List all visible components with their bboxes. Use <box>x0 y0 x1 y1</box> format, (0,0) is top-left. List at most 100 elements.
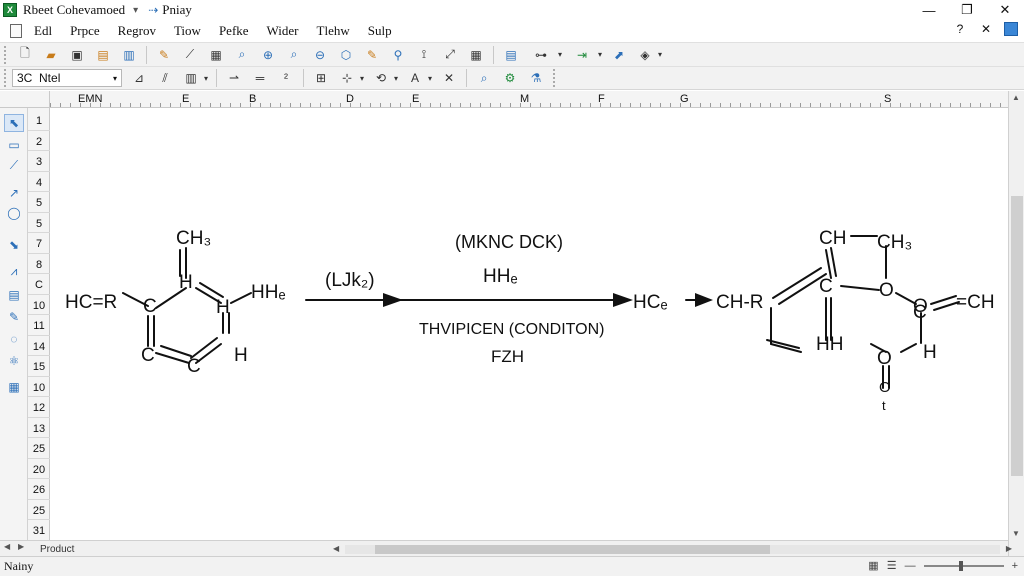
row-header[interactable]: 3 <box>28 153 50 172</box>
row-header[interactable]: 7 <box>28 235 50 254</box>
chain-tool-icon[interactable]: ⩘ <box>4 262 24 280</box>
arrow-tool-icon[interactable]: ⤢ <box>439 45 461 65</box>
bond-icon[interactable]: ⟋ <box>179 45 201 65</box>
close-button[interactable]: ✕ <box>986 0 1024 20</box>
double-line-icon[interactable]: ═ <box>249 68 271 88</box>
paste-icon[interactable]: ▦ <box>205 45 227 65</box>
row-header[interactable]: 25 <box>28 502 50 520</box>
reaction-arrow-icon[interactable]: ⇥ <box>568 45 596 65</box>
scroll-left-icon[interactable]: ◀ <box>333 544 339 553</box>
zoom-slider-thumb[interactable] <box>958 560 963 571</box>
vertical-scroll-thumb[interactable] <box>1011 196 1023 476</box>
sheet-tab-product[interactable]: Product <box>36 542 78 556</box>
chevron-down-icon[interactable]: ▾ <box>598 50 602 59</box>
chain-icon[interactable]: ✎ <box>361 45 383 65</box>
row-header[interactable]: 2 <box>28 133 50 151</box>
zoom-slider[interactable] <box>923 560 1004 571</box>
ruler-corner[interactable] <box>0 91 50 108</box>
line-style-icon[interactable]: ⊶ <box>526 45 556 65</box>
grid-icon[interactable]: ▦ <box>465 45 487 65</box>
lasso-icon[interactable]: ⟟ <box>413 45 435 65</box>
horizontal-scrollbar[interactable]: ◀ ▶ <box>333 544 1012 554</box>
row-header[interactable]: 1 <box>28 112 50 131</box>
charge-icon[interactable]: ² <box>275 68 297 88</box>
row-header[interactable]: 14 <box>28 338 50 356</box>
font-size-select[interactable]: 3C Ntel ▾ <box>12 69 122 87</box>
maximize-button[interactable]: ❐ <box>948 0 986 20</box>
chevron-down-icon[interactable]: ▾ <box>428 74 432 83</box>
list-view-icon[interactable]: ☰ <box>887 559 897 572</box>
color-icon[interactable]: ◈ <box>634 45 656 65</box>
zoom-in-icon[interactable]: + <box>1012 560 1018 572</box>
scroll-down-icon[interactable]: ▼ <box>1012 529 1020 538</box>
magnify-icon[interactable]: ⌕ <box>473 68 495 88</box>
menu-item-tlehw[interactable]: Tlehw <box>317 23 350 39</box>
new-file-icon[interactable]: 🗋 <box>14 45 36 65</box>
atom-icon[interactable]: ⚲ <box>387 45 409 65</box>
toolbar-grip[interactable] <box>553 69 559 87</box>
row-header[interactable]: C <box>28 276 50 295</box>
drawing-canvas[interactable]: CH₃ H HC=R HHₑ C C C H H (LJk₂) (MKNC DC… <box>51 108 1008 540</box>
scroll-right-icon[interactable]: ▶ <box>1006 544 1012 553</box>
double-bond-icon[interactable]: ⫽ <box>154 68 176 88</box>
row-header[interactable]: 31 <box>28 522 50 541</box>
pin-icon[interactable]: ⇢ <box>148 3 158 17</box>
cursor-icon[interactable]: ⬈ <box>608 45 630 65</box>
layout-view-icon[interactable]: ▦ <box>868 559 878 572</box>
clean-structure-icon[interactable]: ⚙ <box>499 68 521 88</box>
print-icon[interactable]: ▤ <box>92 45 114 65</box>
chevron-down-icon[interactable]: ▾ <box>558 50 562 59</box>
minimize-button[interactable]: — <box>910 0 948 20</box>
zoom-tool-icon[interactable]: ⌕ <box>283 45 305 65</box>
zoom-out-icon[interactable]: ⊖ <box>309 45 331 65</box>
document-icon[interactable] <box>10 24 22 38</box>
row-header[interactable]: 8 <box>28 256 50 274</box>
menu-item-wider[interactable]: Wider <box>267 23 299 39</box>
row-header[interactable]: 10 <box>28 379 50 397</box>
analyze-icon[interactable]: ⚗ <box>525 68 547 88</box>
zoom-out-icon[interactable]: — <box>905 560 916 572</box>
help-question-button[interactable]: ? <box>952 22 968 36</box>
template-icon[interactable]: ▤ <box>4 286 24 304</box>
menu-item-edit[interactable]: Edl <box>34 23 52 39</box>
text-color-button[interactable]: A <box>404 68 426 88</box>
delete-icon[interactable]: ✕ <box>438 68 460 88</box>
vertical-scrollbar[interactable]: ▲ ▼ <box>1008 91 1024 556</box>
doc-close-button[interactable]: ✕ <box>978 22 994 36</box>
toolbar-grip[interactable] <box>4 45 10 64</box>
ring-icon[interactable]: ⬡ <box>335 45 357 65</box>
menu-item-sulp[interactable]: Sulp <box>368 23 392 39</box>
row-header[interactable]: 11 <box>28 317 50 336</box>
lasso-tool-icon[interactable]: ◌ <box>4 330 24 348</box>
save-icon[interactable]: ▣ <box>66 45 88 65</box>
table-tool-icon[interactable]: ▦ <box>4 378 24 396</box>
row-header[interactable]: 4 <box>28 174 50 192</box>
bond-tool-icon[interactable]: ⟋ <box>4 156 24 174</box>
row-header[interactable]: 15 <box>28 358 50 377</box>
scroll-up-icon[interactable]: ▲ <box>1012 93 1020 102</box>
ellipse-icon[interactable]: ◯ <box>4 204 24 222</box>
single-bond-icon[interactable]: ⇀ <box>223 68 245 88</box>
marquee-icon[interactable]: ▭ <box>4 136 24 154</box>
row-header[interactable]: 26 <box>28 481 50 500</box>
table-icon[interactable]: ▤ <box>500 45 522 65</box>
chevron-down-icon[interactable]: ▾ <box>204 74 208 83</box>
help-icon[interactable] <box>1004 22 1018 36</box>
row-header[interactable]: 5 <box>28 194 50 213</box>
row-header[interactable]: 5 <box>28 215 50 233</box>
tab-scroll-left-icon[interactable]: ◀ <box>4 542 10 551</box>
menu-item-tiow[interactable]: Tiow <box>174 23 201 39</box>
bond-length-icon[interactable]: ⊿ <box>128 68 150 88</box>
tab-scroll-right-icon[interactable]: ▶ <box>18 542 24 551</box>
row-header[interactable]: 13 <box>28 420 50 438</box>
row-header[interactable]: 10 <box>28 297 50 315</box>
row-header[interactable]: 12 <box>28 399 50 418</box>
menu-item-pefke[interactable]: Pefke <box>219 23 249 39</box>
eraser-icon[interactable]: ⬊ <box>4 236 24 254</box>
arrow-draw-icon[interactable]: ↗ <box>4 184 24 202</box>
open-folder-icon[interactable]: ▰ <box>40 45 62 65</box>
rotate-icon[interactable]: ⟲ <box>370 68 392 88</box>
chevron-down-icon[interactable]: ▾ <box>360 74 364 83</box>
select-arrow-icon[interactable]: ⬉ <box>4 114 24 132</box>
chevron-down-icon[interactable]: ▾ <box>658 50 662 59</box>
